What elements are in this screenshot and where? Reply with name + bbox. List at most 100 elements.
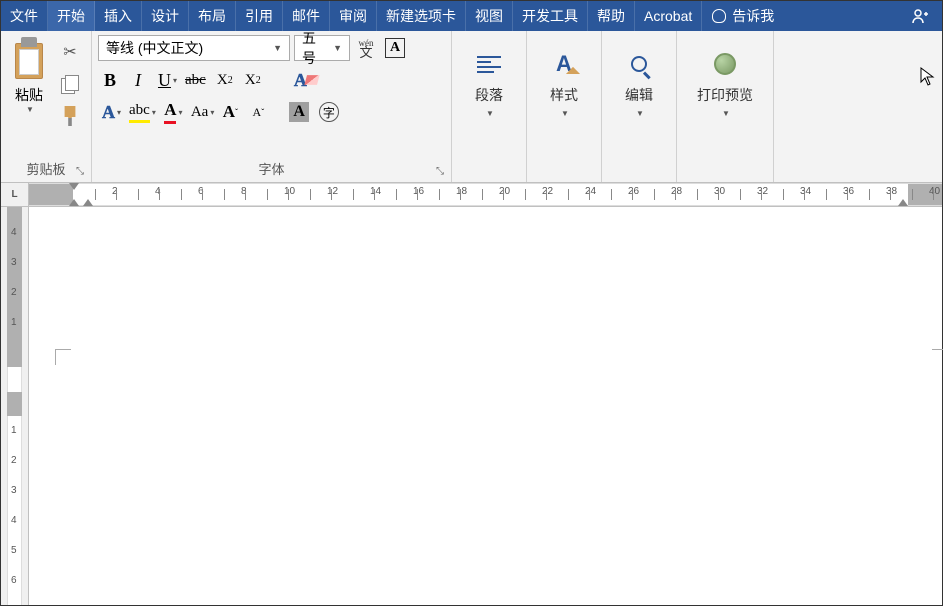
font-color-button[interactable]: A ▾ [160,99,184,125]
highlight-icon: abc [129,102,150,123]
share-icon [910,6,930,26]
workspace: 4321123456 [1,207,942,605]
highlight-button[interactable]: abc ▾ [126,99,156,125]
copy-icon [61,75,79,93]
document-area[interactable] [29,207,942,605]
chevron-down-icon: ▾ [178,108,182,117]
chevron-down-icon: ▾ [117,108,121,117]
clipboard-launcher[interactable]: ⤡ [73,164,87,178]
cursor-icon [920,67,936,92]
chevron-down-icon: ▼ [330,43,345,53]
tab-references[interactable]: 引用 [236,1,283,31]
ribbon: 粘贴 ▼ 剪贴板 ⤡ 等线 (中文正文) ▼ 五号 ▼ [1,31,942,183]
format-painter-button[interactable] [57,103,83,129]
tab-layout[interactable]: 布局 [189,1,236,31]
chevron-down-icon: ▼ [26,105,34,114]
hanging-indent-marker[interactable] [69,199,79,206]
enclose-chars-button[interactable]: 字 [316,99,342,125]
char-shading-icon: A [289,102,309,122]
ruler-vertical[interactable]: 4321123456 [1,207,29,605]
tab-acrobat[interactable]: Acrobat [635,1,702,31]
ruler-number: 1 [11,317,17,328]
ruler-tab-selector[interactable]: L [1,183,29,207]
ruler-number: 24 [585,186,596,197]
paragraph-label: 段落 [475,85,503,105]
share-button[interactable] [898,1,942,31]
bulb-icon [712,9,726,23]
ruler-number: 1 [11,425,17,436]
ruler-number: 3 [11,257,17,268]
font-launcher[interactable]: ⤡ [433,164,447,178]
clear-formatting-button[interactable]: A [291,67,324,93]
ruler-number: 6 [11,575,17,586]
font-name-combo[interactable]: 等线 (中文正文) ▼ [98,35,290,61]
char-border-icon: A [385,38,405,58]
styles-button[interactable]: A 样式 ▼ [533,35,595,122]
ruler-number: 3 [11,485,17,496]
paragraph-button[interactable]: 段落 ▼ [458,35,520,122]
page[interactable] [43,253,942,583]
change-case-button[interactable]: Aa ▾ [188,99,215,125]
enclose-chars-icon: 字 [319,102,339,122]
editing-label: 编辑 [625,85,653,105]
tab-file[interactable]: 文件 [1,1,48,31]
print-preview-label: 打印预览 [697,85,753,105]
tell-me-label: 告诉我 [732,6,774,26]
paste-label: 粘贴 [15,85,43,105]
styles-icon: A [556,51,572,77]
paste-button[interactable]: 粘贴 ▼ [7,35,51,116]
eraser-icon [304,75,319,85]
ruler-number: 30 [714,186,725,197]
chevron-down-icon: ▾ [173,76,177,85]
paragraph-icon [477,56,501,73]
cut-button[interactable] [57,39,83,65]
text-effects-button[interactable]: A ▾ [98,99,122,125]
strikethrough-button[interactable]: abc [182,67,209,93]
font-size-value: 五号 [299,28,330,68]
copy-button[interactable] [57,71,83,97]
group-editing: 编辑 ▼ [602,31,677,182]
phonetic-guide-button[interactable]: wén文 [354,35,378,61]
chevron-down-icon: ▼ [561,109,569,118]
tab-mailings[interactable]: 邮件 [283,1,330,31]
tab-insert[interactable]: 插入 [95,1,142,31]
chevron-down-icon: ▾ [210,108,214,117]
tab-home[interactable]: 开始 [48,1,95,31]
tab-new-tab[interactable]: 新建选项卡 [377,1,466,31]
ruler-number: 28 [671,186,682,197]
char-border-button[interactable]: A [382,35,408,61]
char-shading-button[interactable]: A [286,99,312,125]
tell-me-button[interactable]: 告诉我 [702,1,784,31]
ruler-number: 10 [284,186,295,197]
tab-developer[interactable]: 开发工具 [513,1,588,31]
bold-button[interactable]: B [98,67,122,93]
editing-button[interactable]: 编辑 ▼ [608,35,670,122]
font-name-value: 等线 (中文正文) [103,38,270,58]
print-preview-button[interactable]: 打印预览 ▼ [683,35,767,122]
chevron-down-icon: ▼ [722,109,730,118]
left-indent-marker[interactable] [83,199,93,206]
ruler-horizontal[interactable]: L 246810121416182022242628303234363840 [1,183,942,207]
group-font: 等线 (中文正文) ▼ 五号 ▼ wén文 A B I [92,31,452,182]
tab-design[interactable]: 设计 [142,1,189,31]
shrink-font-button[interactable]: Aˇ [246,99,270,125]
first-line-indent-marker[interactable] [69,183,79,190]
tab-help[interactable]: 帮助 [588,1,635,31]
paste-icon [11,37,47,81]
chevron-down-icon: ▼ [636,109,644,118]
underline-button[interactable]: U ▾ [154,67,178,93]
tab-review[interactable]: 审阅 [330,1,377,31]
superscript-button[interactable]: X2 [241,67,265,93]
italic-button[interactable]: I [126,67,150,93]
font-size-combo[interactable]: 五号 ▼ [294,35,350,61]
search-icon [631,56,647,72]
tab-view[interactable]: 视图 [466,1,513,31]
phonetic-guide-icon: wén文 [359,39,374,57]
right-indent-marker[interactable] [898,199,908,206]
ruler-number: 26 [628,186,639,197]
font-group-label: 字体 [98,157,445,180]
subscript-button[interactable]: X2 [213,67,237,93]
grow-font-button[interactable]: Aˇ [218,99,242,125]
ruler-number: 38 [886,186,897,197]
ruler-number: 36 [843,186,854,197]
